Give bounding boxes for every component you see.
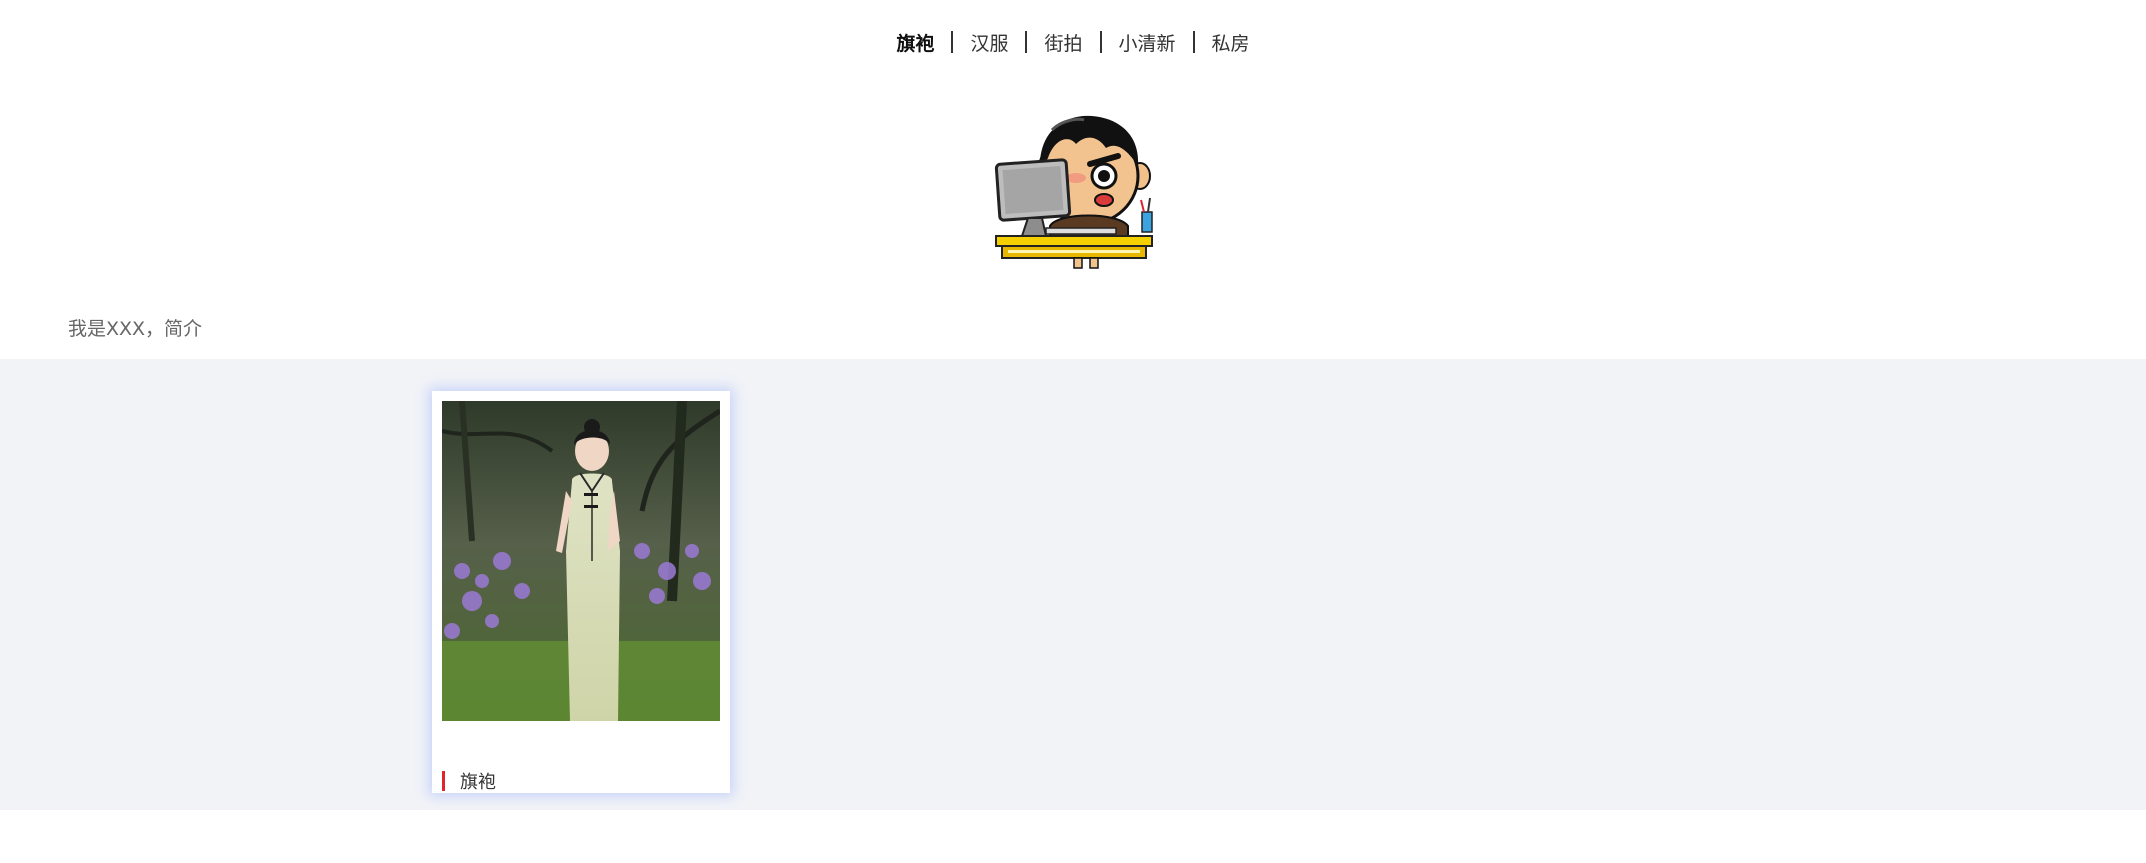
- nav-item-hanfu[interactable]: 汉服: [968, 29, 1010, 56]
- nav-divider: [951, 31, 954, 53]
- nav-item-private[interactable]: 私房: [1210, 29, 1252, 56]
- gallery-section: 旗袍: [0, 359, 2146, 810]
- category-nav: 旗袍 汉服 街拍 小清新 私房: [0, 22, 2146, 62]
- nav-divider: [1025, 31, 1028, 53]
- qipao-photo-image: [442, 401, 720, 721]
- qipao-photo[interactable]: [442, 401, 720, 721]
- avatar: [988, 108, 1164, 270]
- cartoon-boy-at-computer-icon: [994, 115, 1153, 269]
- nav-item-street[interactable]: 街拍: [1042, 29, 1084, 56]
- intro-text: 我是XXX，简介: [68, 318, 203, 340]
- caption-accent-bar: [442, 771, 445, 791]
- nav-divider: [1099, 31, 1102, 53]
- card-title: 旗袍: [460, 772, 496, 793]
- card-caption[interactable]: 旗袍: [442, 771, 496, 793]
- nav-item-fresh[interactable]: 小清新: [1117, 29, 1178, 56]
- nav-divider: [1192, 31, 1195, 53]
- nav-item-qipao[interactable]: 旗袍: [894, 29, 936, 56]
- gallery-card[interactable]: 旗袍: [432, 391, 730, 793]
